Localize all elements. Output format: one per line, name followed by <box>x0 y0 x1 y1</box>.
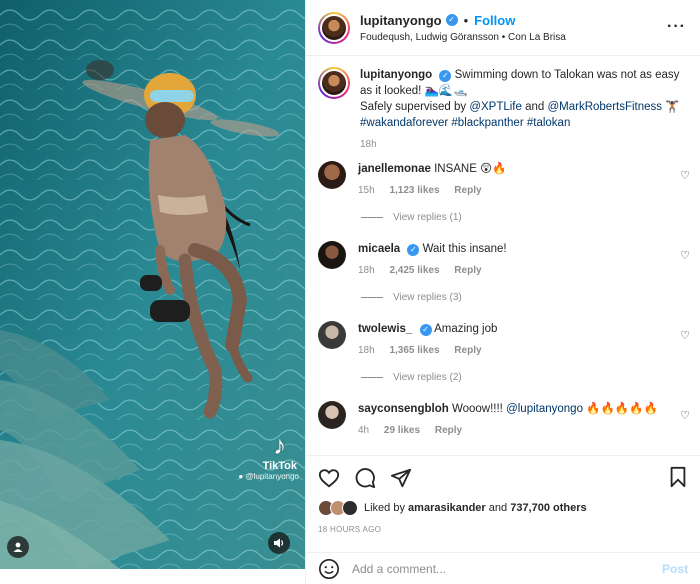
like-comment-heart-icon[interactable]: ♡ <box>680 249 690 262</box>
user-icon <box>13 542 23 552</box>
like-comment-heart-icon[interactable]: ♡ <box>680 169 690 182</box>
comment-bubble-icon[interactable] <box>354 467 376 489</box>
follow-button[interactable]: Follow <box>474 13 515 28</box>
commenter-avatar[interactable] <box>318 401 346 429</box>
author-username[interactable]: lupitanyongo <box>360 13 442 28</box>
reply-button[interactable]: Reply <box>454 185 481 196</box>
liker-avatar <box>342 500 358 516</box>
liked-by-and: and <box>488 502 508 514</box>
comment-time: 18h <box>358 265 375 276</box>
person-icon: ● <box>238 472 244 481</box>
share-paper-plane-icon[interactable] <box>390 467 412 489</box>
caption-emoji: 🏋🏿 <box>662 101 680 113</box>
tagged-users-button[interactable] <box>7 536 29 558</box>
mute-toggle-button[interactable] <box>268 532 290 554</box>
separator-dot: • <box>463 12 469 28</box>
comment-emoji: 🔥🔥🔥🔥🔥 <box>582 403 658 415</box>
comment-username[interactable]: sayconsengbloh <box>358 403 449 415</box>
like-heart-icon[interactable] <box>318 467 340 489</box>
comment-item: twolewis_ ✓ Amazing job 18h 1,365 likes … <box>318 321 658 359</box>
video-bottom-gap <box>0 569 305 584</box>
comment-likes[interactable]: 2,425 likes <box>389 265 439 276</box>
liked-by-prefix: Liked by <box>364 502 405 514</box>
tiktok-logo-icon: ♪ <box>273 430 287 460</box>
mention-markrobertsfitness[interactable]: @MarkRobertsFitness <box>547 101 662 113</box>
author-avatar[interactable] <box>318 11 350 44</box>
post-comment-button[interactable]: Post <box>662 562 688 576</box>
verified-badge-icon: ✓ <box>419 324 432 336</box>
comment-time: 4h <box>358 425 370 436</box>
caption-and: and <box>521 101 548 113</box>
comment-time: 18h <box>358 345 375 356</box>
comments-section[interactable]: lupitanyongo ✓ Swimming down to Talokan … <box>306 57 700 454</box>
post-video[interactable]: ♪ TikTok ● @lupitanyongo <box>0 0 305 569</box>
post-header: lupitanyongo ✓ • Follow Foudeqush, Ludwi… <box>306 0 700 56</box>
caption-hashtags[interactable]: #wakandaforever #blackpanther #talokan <box>360 115 680 131</box>
comment-text: INSANE 😲🔥 <box>434 163 507 175</box>
tiktok-handle: ● @lupitanyongo <box>238 472 299 481</box>
view-replies-button[interactable]: View replies (1) <box>361 212 462 223</box>
more-options-icon[interactable]: ··· <box>667 18 686 36</box>
tiktok-wordmark: TikTok <box>262 460 297 472</box>
save-bookmark-icon[interactable] <box>668 466 688 488</box>
audio-attribution[interactable]: Foudeqush, Ludwig Göransson • Con La Bri… <box>360 32 566 43</box>
view-replies-button[interactable]: View replies (3) <box>361 292 462 303</box>
underwater-scene-image <box>0 0 305 569</box>
reply-button[interactable]: Reply <box>454 345 481 356</box>
comment-text: Wooow!!!! <box>451 403 507 415</box>
comment-likes[interactable]: 1,365 likes <box>389 345 439 356</box>
liked-by-user[interactable]: amarasikander <box>408 502 486 514</box>
comment-time: 15h <box>358 185 375 196</box>
reply-button[interactable]: Reply <box>435 425 462 436</box>
speaker-icon <box>274 538 284 548</box>
tiktok-watermark: ♪ TikTok <box>263 432 297 472</box>
mention-xptlife[interactable]: @XPTLife <box>469 101 522 113</box>
view-replies-button[interactable]: View replies (2) <box>361 372 462 383</box>
comment-input[interactable] <box>352 561 662 576</box>
post-details-panel: lupitanyongo ✓ • Follow Foudeqush, Ludwi… <box>305 0 700 584</box>
comment-username[interactable]: janellemonae <box>358 163 431 175</box>
emoji-smiley-icon[interactable] <box>318 558 340 580</box>
comment-username[interactable]: twolewis_ <box>358 323 412 335</box>
add-comment-bar: Post <box>306 552 700 584</box>
comment-item: micaela ✓ Wait this insane! 18h 2,425 li… <box>318 241 658 279</box>
caption-time: 18h <box>360 139 377 150</box>
comment-username[interactable]: micaela <box>358 243 400 255</box>
reply-button[interactable]: Reply <box>454 265 481 276</box>
like-comment-heart-icon[interactable]: ♡ <box>680 409 690 422</box>
instagram-post-modal: ♪ TikTok ● @lupitanyongo lupitanyongo ✓ … <box>0 0 700 584</box>
comment-likes[interactable]: 29 likes <box>384 425 420 436</box>
commenter-avatar[interactable] <box>318 161 346 189</box>
caption-text-line2: Safely supervised by <box>360 101 470 113</box>
likes-summary[interactable]: Liked by amarasikander and 737,700 other… <box>318 500 688 516</box>
comment-item: janellemonae INSANE 😲🔥 15h 1,123 likes R… <box>318 161 658 199</box>
comment-likes[interactable]: 1,123 likes <box>389 185 439 196</box>
commenter-avatar[interactable] <box>318 241 346 269</box>
liked-by-count[interactable]: 737,700 others <box>510 502 586 514</box>
commenter-avatar[interactable] <box>318 321 346 349</box>
mention-lupitanyongo[interactable]: @lupitanyongo <box>506 403 583 415</box>
post-caption: lupitanyongo ✓ Swimming down to Talokan … <box>306 57 700 153</box>
comment-text: Wait this insane! <box>422 243 507 255</box>
like-comment-heart-icon[interactable]: ♡ <box>680 329 690 342</box>
post-timestamp: 18 HOURS AGO <box>318 525 382 534</box>
verified-badge-icon: ✓ <box>407 244 420 256</box>
comment-item: sayconsengbloh Wooow!!!! @lupitanyongo 🔥… <box>318 401 658 439</box>
comment-text: Amazing job <box>434 323 498 335</box>
verified-badge-icon: ✓ <box>439 70 452 82</box>
caption-username[interactable]: lupitanyongo <box>360 69 432 81</box>
verified-badge-icon: ✓ <box>445 14 458 26</box>
caption-author-avatar[interactable] <box>318 67 350 99</box>
